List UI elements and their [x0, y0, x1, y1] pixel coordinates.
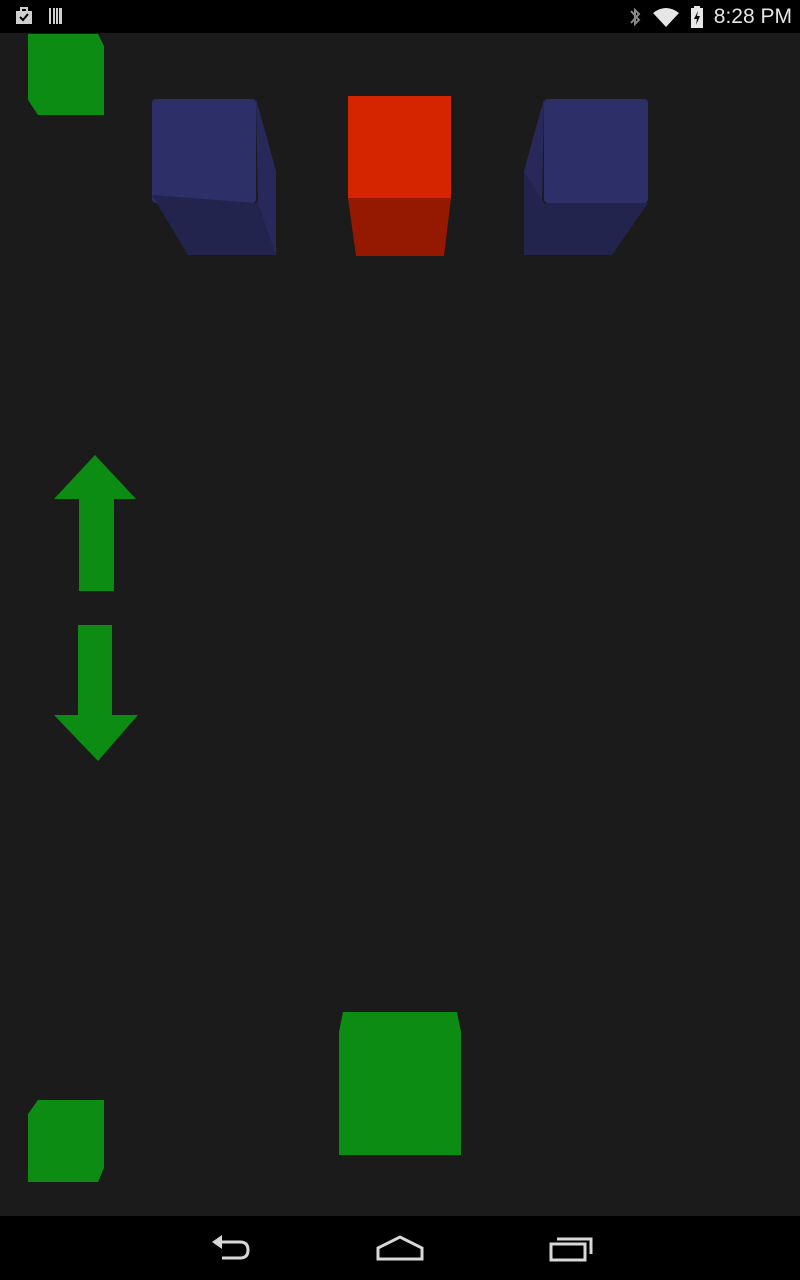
blue-cube-left[interactable]	[152, 99, 276, 255]
green-player-block[interactable]	[339, 1012, 461, 1155]
navigation-bar	[0, 1216, 800, 1280]
recent-apps-icon	[531, 1228, 611, 1268]
down-arrow-button[interactable]	[54, 625, 138, 761]
wifi-icon	[652, 6, 680, 28]
back-button[interactable]	[190, 1228, 270, 1268]
corner-block-bottom-left[interactable]	[28, 1100, 104, 1182]
up-arrow-button[interactable]	[54, 455, 136, 591]
battery-charging-icon	[690, 5, 704, 29]
home-button[interactable]	[360, 1228, 440, 1268]
red-cube-center[interactable]	[348, 96, 451, 256]
briefcase-check-icon	[14, 6, 34, 26]
game-area[interactable]	[0, 33, 800, 1216]
blue-cube-right[interactable]	[524, 99, 648, 255]
barcode-icon	[48, 6, 64, 26]
status-bar: 8:28 PM	[0, 0, 800, 33]
home-icon	[360, 1228, 440, 1268]
bluetooth-icon	[628, 5, 642, 29]
corner-block-top-left[interactable]	[28, 34, 104, 115]
back-icon	[190, 1228, 270, 1268]
status-time: 8:28 PM	[713, 5, 792, 28]
recent-apps-button[interactable]	[531, 1228, 611, 1268]
